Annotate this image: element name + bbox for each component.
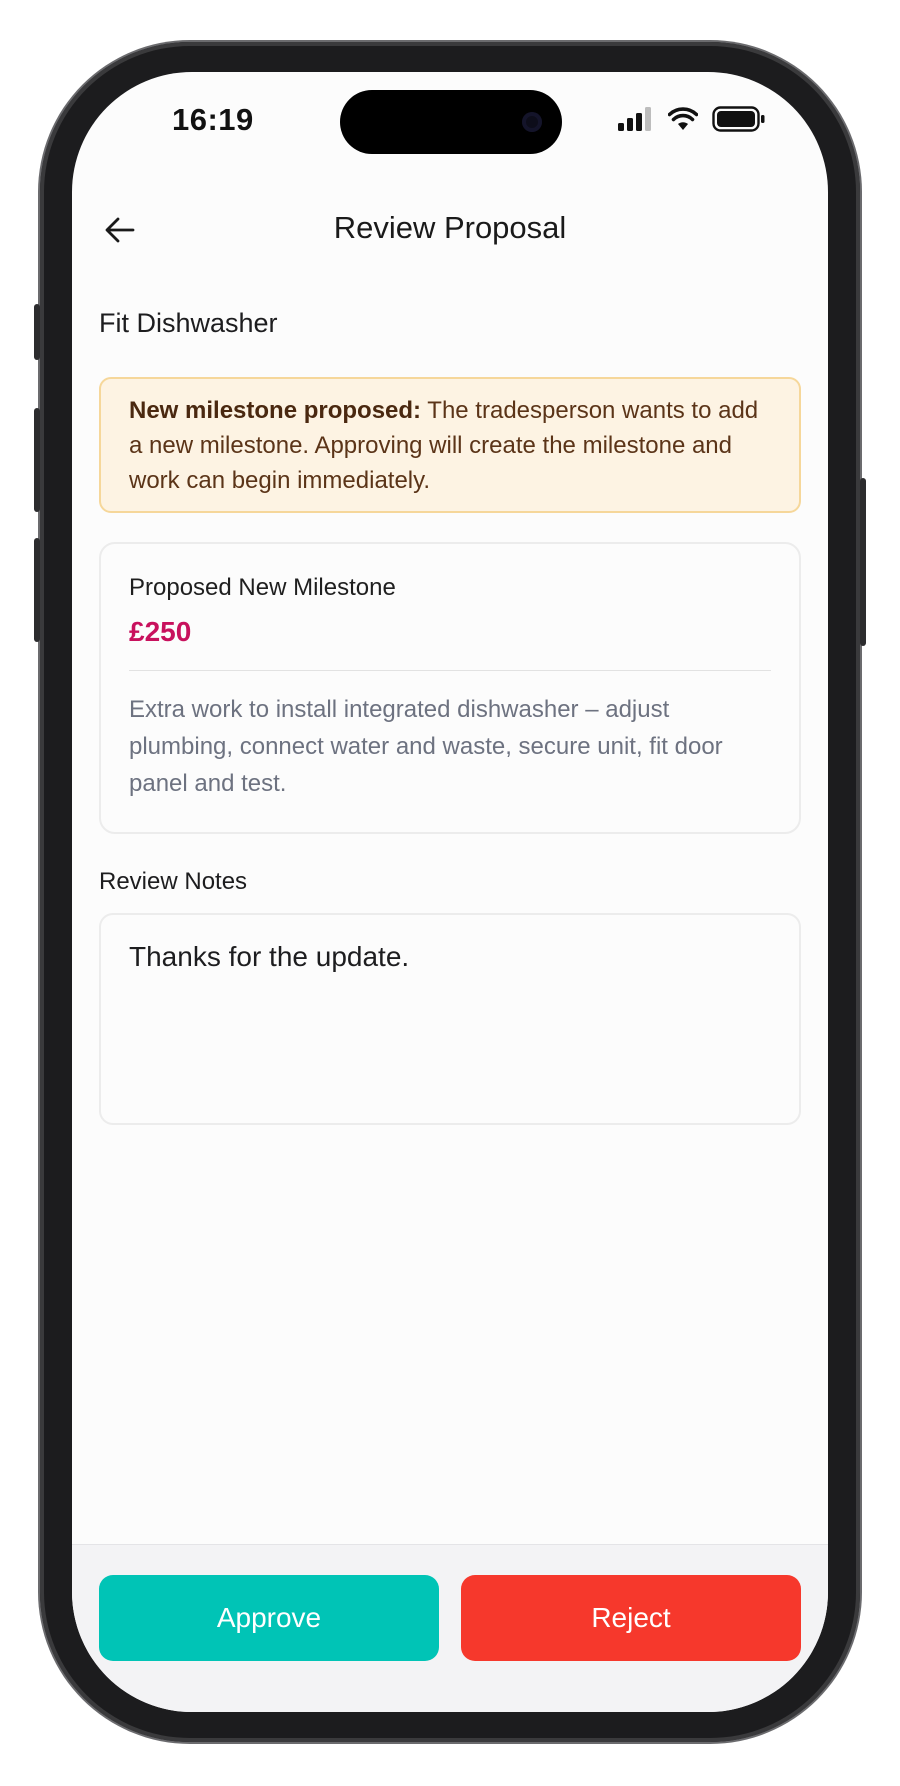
status-icons [618,106,766,137]
milestone-description: Extra work to install integrated dishwas… [129,696,723,797]
milestone-card: Proposed New Milestone £250 Extra work t… [99,542,801,834]
review-notes-label: Review Notes [99,868,248,895]
page-title: Review Proposal [333,210,567,245]
card-divider [129,670,771,671]
battery-icon [712,106,766,137]
milestone-label: Proposed New Milestone [129,574,396,601]
power-button [860,478,866,646]
cellular-signal-icon [618,107,654,136]
milestone-notice: New milestone proposed: The tradesperson… [99,377,801,513]
review-notes-input[interactable]: Thanks for the update. [99,913,801,1125]
job-title: Fit Dishwasher [99,308,278,338]
action-button [34,304,40,360]
camera-icon [522,112,542,132]
approve-button[interactable]: Approve [99,1575,439,1661]
navigation-bar: Review Proposal [72,200,828,260]
volume-down-button [34,538,40,642]
reject-button[interactable]: Reject [461,1575,801,1661]
dynamic-island [340,90,562,154]
volume-up-button [34,408,40,512]
action-bar: Approve Reject [72,1544,828,1712]
milestone-amount: £250 [129,616,192,647]
status-bar: 16:19 [72,72,828,182]
app-screen: 16:19 Review Proposal Fit Dishwasher New… [72,72,828,1712]
notice-heading: New milestone proposed: [129,397,422,424]
status-time: 16:19 [172,102,254,137]
wifi-icon [667,107,699,136]
